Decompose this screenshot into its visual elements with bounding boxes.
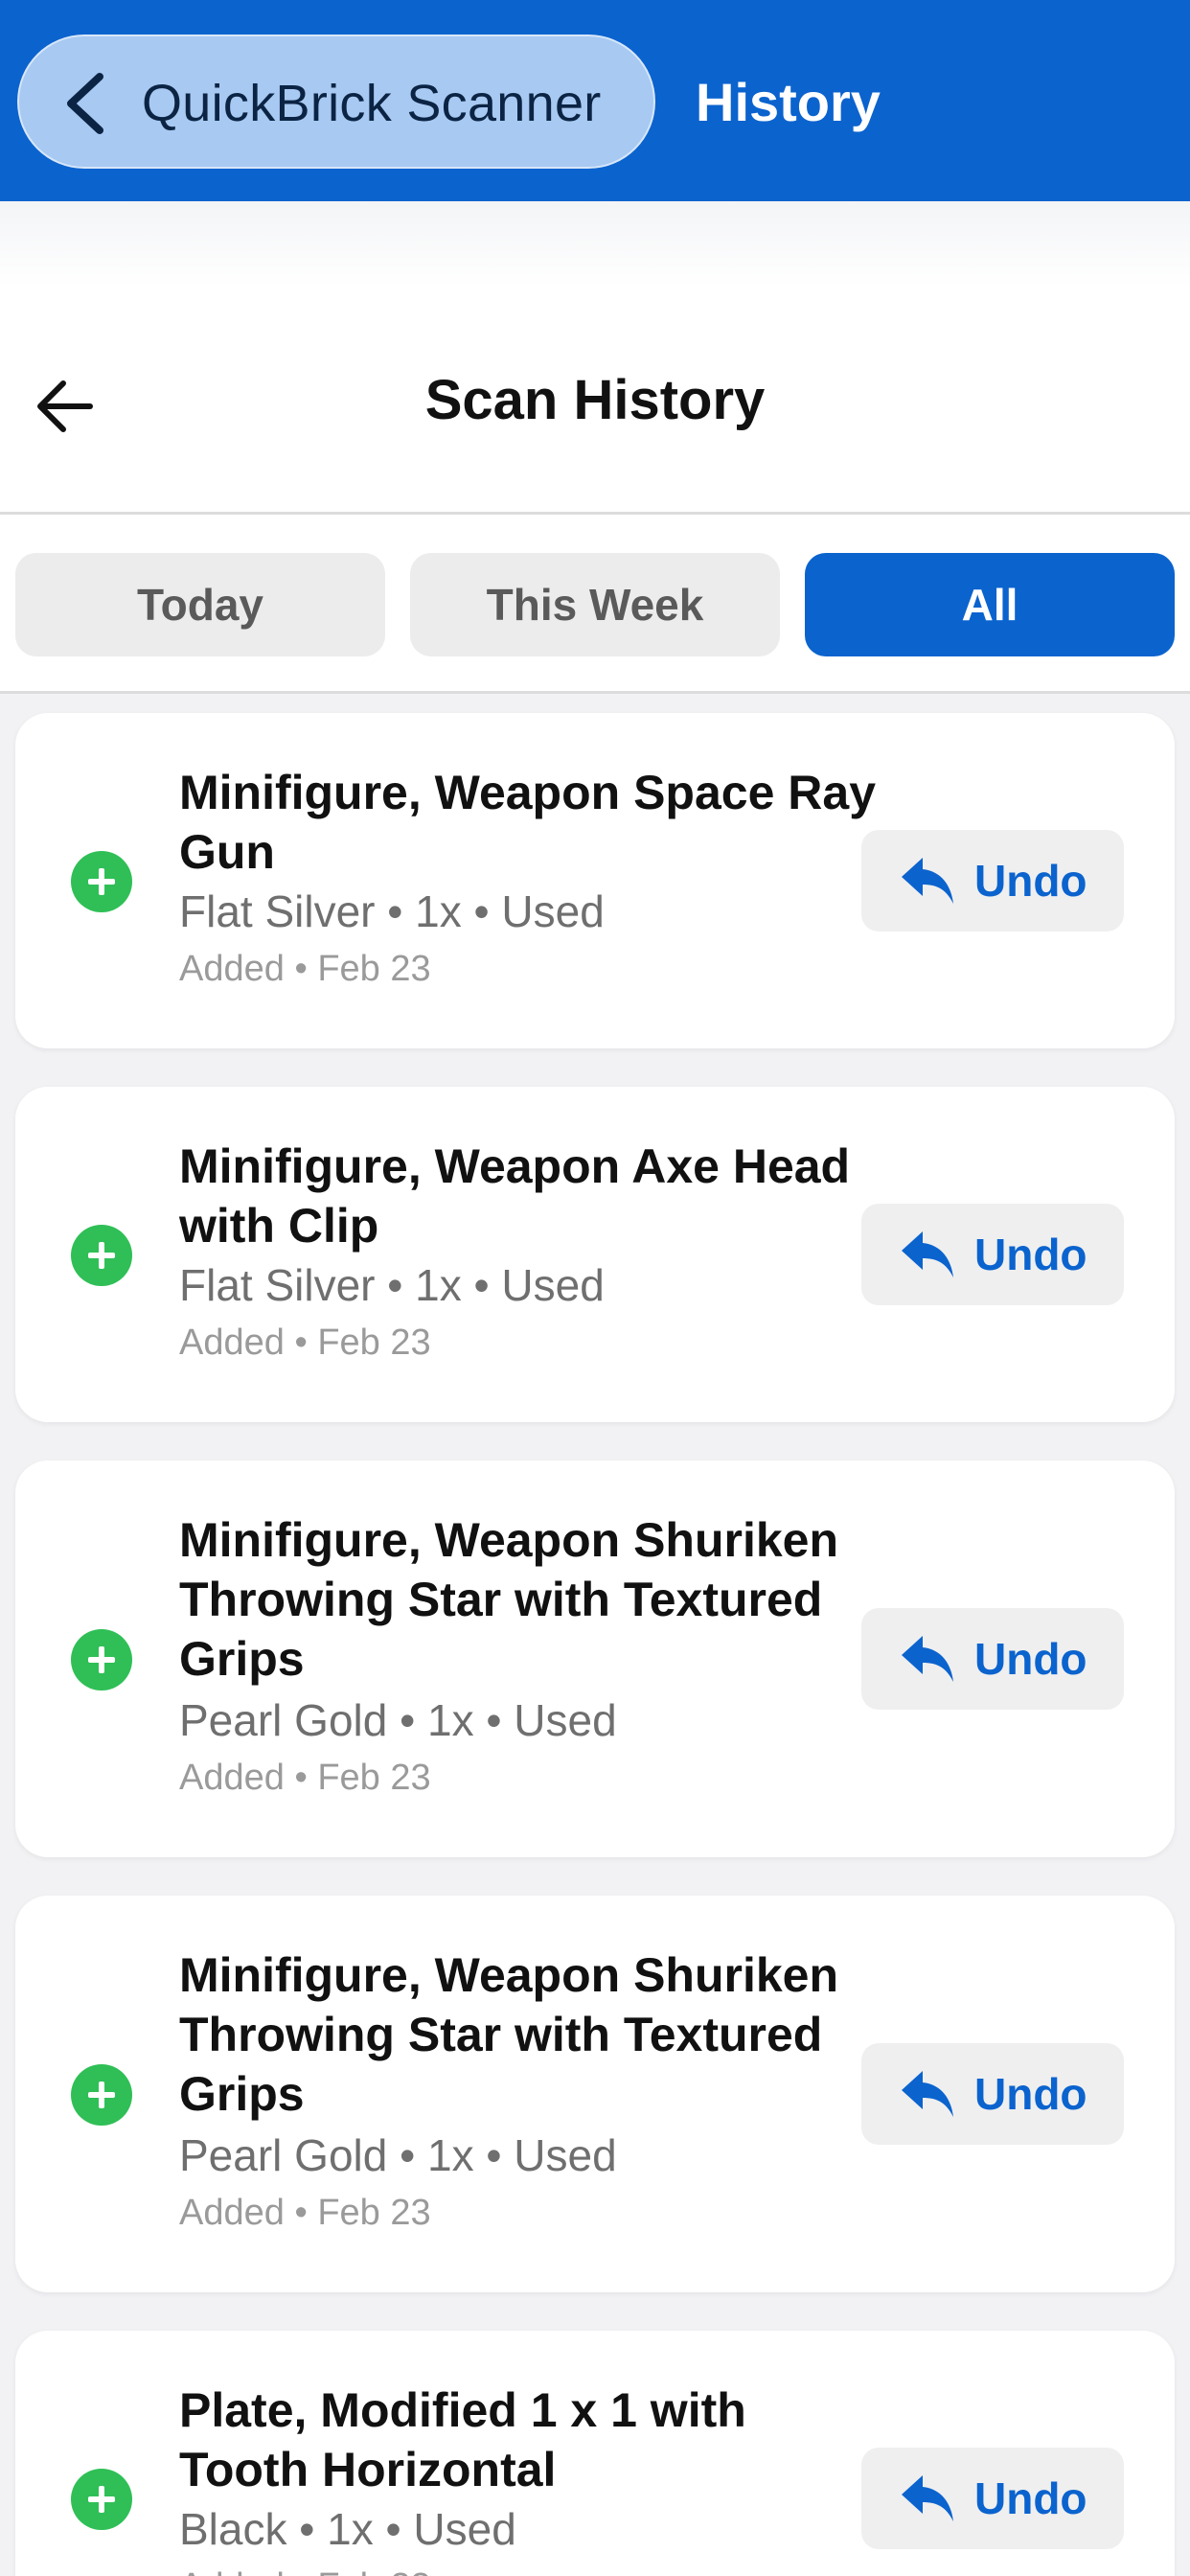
history-item: Minifigure, Weapon Space Ray Gun Flat Si… [15,713,1175,1048]
filter-all[interactable]: All [805,553,1175,656]
section-title: History [696,72,881,132]
filter-today[interactable]: Today [15,553,385,656]
separator: • [400,1695,416,1745]
item-condition: Used [413,2504,516,2554]
item-date: Feb 23 [317,949,431,989]
item-condition: Used [514,1695,617,1745]
history-item: Minifigure, Weapon Axe Head with Clip Fl… [15,1087,1175,1422]
item-name: Minifigure, Weapon Shuriken Throwing Sta… [179,1513,839,1686]
item-color: Flat Silver [179,886,376,936]
item-details: Pearl Gold • 1x • Used [179,1694,617,1746]
separator: • [486,1695,502,1745]
item-action: Added [179,1322,285,1363]
item-condition: Used [514,2130,617,2180]
undo-button[interactable]: Undo [861,2043,1124,2145]
item-details: Pearl Gold • 1x • Used [179,2129,617,2181]
item-action: Added [179,1758,285,1798]
item-quantity: 1x [427,2130,474,2180]
item-quantity: 1x [415,1260,462,1310]
item-action: Added [179,2566,285,2576]
back-to-app-button[interactable]: QuickBrick Scanner [17,34,655,169]
separator: • [387,886,403,936]
item-details: Flat Silver • 1x • Used [179,1259,605,1311]
page-title: Scan History [424,369,766,431]
item-color: Flat Silver [179,1260,376,1310]
item-date: Feb 23 [317,1322,431,1363]
chevron-left-icon [67,73,103,134]
plus-circle-icon [71,1629,132,1690]
filter-bar: Today This Week All [0,515,1190,694]
page-header: Scan History [0,288,1190,515]
history-list: Minifigure, Weapon Space Ray Gun Flat Si… [0,694,1190,2576]
separator: • [294,2193,308,2233]
item-timestamp: Added • Feb 23 [179,949,431,990]
item-quantity: 1x [327,2504,374,2554]
separator: • [294,1758,308,1798]
separator: • [486,2130,502,2180]
plus-circle-icon [71,1225,132,1286]
item-color: Black [179,2504,287,2554]
undo-label: Undo [974,2069,1087,2119]
item-timestamp: Added • Feb 23 [179,1758,431,1799]
bar-shadow [0,201,1190,288]
separator: • [385,2504,401,2554]
separator: • [294,1322,308,1363]
item-action: Added [179,949,285,989]
top-nav-bar: QuickBrick Scanner History [0,0,1190,201]
reply-arrow-icon [902,1231,953,1277]
separator: • [387,1260,403,1310]
separator: • [473,1260,490,1310]
undo-button[interactable]: Undo [861,830,1124,932]
item-color: Pearl Gold [179,1695,388,1745]
item-quantity: 1x [427,1695,474,1745]
item-date: Feb 23 [317,2566,430,2576]
back-button-label: QuickBrick Scanner [142,75,602,132]
plus-circle-icon [71,2469,132,2530]
history-item: Plate, Modified 1 x 1 with Tooth Horizon… [15,2331,1175,2576]
item-color: Pearl Gold [179,2130,388,2180]
item-name: Minifigure, Weapon Shuriken Throwing Sta… [179,1948,839,2121]
item-details: Black • 1x • Used [179,2503,516,2555]
undo-button[interactable]: Undo [861,2448,1124,2549]
separator: • [294,949,308,989]
item-date: Feb 23 [317,1758,431,1798]
item-date: Feb 23 [317,2193,431,2233]
plus-circle-icon [71,851,132,912]
history-item: Minifigure, Weapon Shuriken Throwing Sta… [15,1460,1175,1857]
item-quantity: 1x [415,886,462,936]
reply-arrow-icon [902,858,953,904]
undo-label: Undo [974,1230,1087,1279]
separator: • [299,2504,315,2554]
undo-button[interactable]: Undo [861,1608,1124,1710]
separator: • [400,2130,416,2180]
separator: • [294,2566,307,2576]
item-name: Minifigure, Weapon Axe Head with Clip [179,1139,851,1253]
undo-label: Undo [974,2473,1087,2523]
undo-label: Undo [974,1634,1087,1684]
item-condition: Used [501,1260,605,1310]
item-name: Minifigure, Weapon Space Ray Gun [179,766,877,879]
history-item: Minifigure, Weapon Shuriken Throwing Sta… [15,1896,1175,2292]
item-timestamp: Added • Feb 23 [179,2193,431,2234]
item-name: Plate, Modified 1 x 1 with Tooth Horizon… [179,2383,746,2496]
item-action: Added [179,2193,285,2233]
filter-this-week[interactable]: This Week [410,553,780,656]
item-condition: Used [501,886,605,936]
item-timestamp: Added • Feb 23 [179,1322,431,1364]
undo-button[interactable]: Undo [861,1204,1124,1305]
reply-arrow-icon [902,1636,953,1682]
separator: • [473,886,490,936]
item-details: Flat Silver • 1x • Used [179,886,605,937]
reply-arrow-icon [902,2071,953,2117]
plus-circle-icon [71,2064,132,2126]
reply-arrow-icon [902,2475,953,2521]
item-timestamp: Added • Feb 23 [179,2566,431,2576]
undo-label: Undo [974,856,1087,906]
